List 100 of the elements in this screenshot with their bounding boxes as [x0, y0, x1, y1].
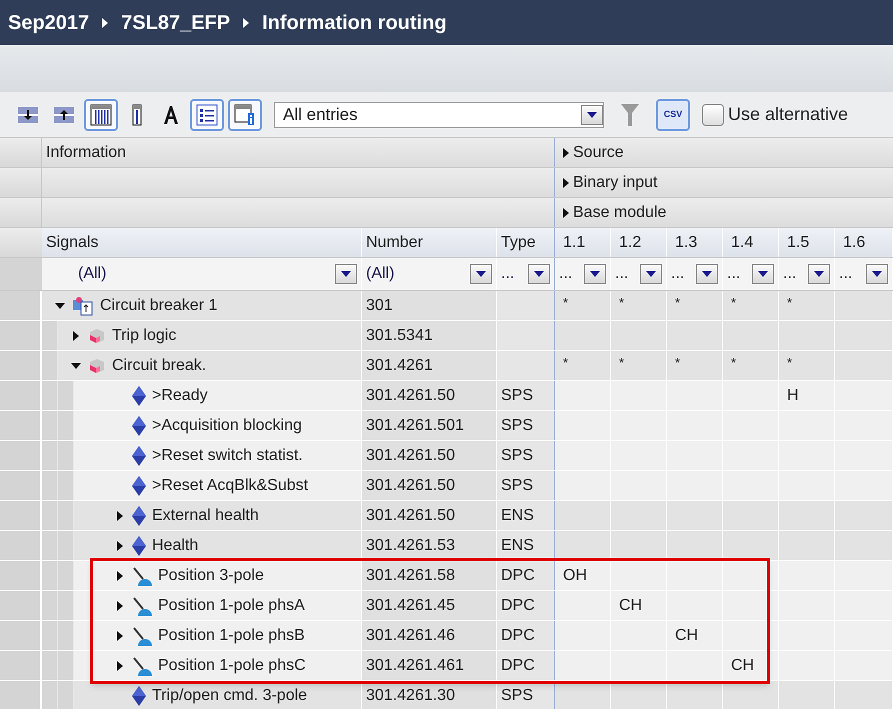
caret-right-icon[interactable] [115, 540, 125, 550]
matrix-cell[interactable]: * [675, 353, 680, 372]
table-row[interactable]: Position 3-pole 301.4261.58 DPC OH [0, 561, 893, 591]
caret-down-icon[interactable] [71, 360, 81, 370]
csv-button[interactable]: CSV [656, 98, 690, 130]
diamond-icon [132, 476, 146, 496]
signal-name: Position 1-pole phsB [158, 626, 305, 646]
filter-dropdown[interactable] [470, 264, 492, 284]
column-header[interactable]: 1.6 [835, 228, 893, 257]
dropdown-button[interactable] [581, 104, 603, 124]
table-row[interactable]: >Ready 301.4261.50 SPS H [0, 381, 893, 411]
filter-value: (All) [78, 264, 106, 284]
caret-right-icon[interactable] [563, 178, 569, 188]
matrix-cell[interactable]: H [787, 384, 799, 408]
matrix-cell[interactable]: * [619, 293, 624, 312]
matrix-cell[interactable]: * [731, 353, 736, 372]
diamond-icon [132, 416, 146, 436]
column-header: Base module [555, 198, 893, 227]
signal-name: Trip/open cmd. 3-pole [152, 686, 308, 706]
column-header[interactable]: Signals [42, 228, 362, 257]
table-row[interactable]: Position 1-pole phsB 301.4261.46 DPC CH [0, 621, 893, 651]
list-icon [196, 104, 218, 126]
switch-icon [132, 656, 152, 676]
matrix-cell[interactable]: * [787, 293, 792, 312]
filter-dropdown[interactable] [640, 264, 662, 284]
table-row[interactable]: Health 301.4261.53 ENS [0, 531, 893, 561]
caret-down-icon [702, 271, 712, 277]
column-header[interactable]: Number [362, 228, 497, 257]
table-row[interactable]: External health 301.4261.50 ENS [0, 501, 893, 531]
caret-right-icon[interactable] [115, 630, 125, 640]
number-cell: 301.4261.46 [362, 621, 497, 650]
breadcrumb-item[interactable]: Sep2017 [8, 8, 90, 38]
matrix-cell[interactable]: OH [563, 564, 587, 588]
caret-down-icon [758, 271, 768, 277]
filter-dropdown[interactable] [584, 264, 606, 284]
caret-right-icon[interactable] [563, 208, 569, 218]
caret-right-icon[interactable] [71, 330, 81, 340]
type-cell-text: SPS [501, 446, 534, 466]
column-header[interactable]: 1.2 [611, 228, 667, 257]
table-row[interactable]: Position 1-pole phsA 301.4261.45 DPC CH [0, 591, 893, 621]
table-row[interactable]: Position 1-pole phsC 301.4261.461 DPC CH [0, 651, 893, 681]
alternative-checkbox[interactable]: Use alternative [702, 101, 848, 128]
matrix-cell[interactable]: * [731, 293, 736, 312]
column-header[interactable]: 1.4 [723, 228, 779, 257]
number-cell: 301.4261.50 [362, 441, 497, 470]
signal-name: Position 3-pole [158, 566, 264, 586]
filter-value: (All) [366, 264, 394, 284]
row-header [0, 228, 42, 257]
filter-dropdown[interactable] [335, 264, 357, 284]
matrix-cell[interactable]: * [563, 293, 568, 312]
table-row[interactable]: Circuit break. 301.4261 * * * * * [0, 351, 893, 381]
device-icon [72, 296, 94, 316]
filter-dropdown[interactable] [752, 264, 774, 284]
matrix-cell[interactable]: * [787, 353, 792, 372]
caret-right-icon[interactable] [115, 660, 125, 670]
column-header[interactable]: 1.5 [779, 228, 835, 257]
matrix-cell[interactable]: * [563, 353, 568, 372]
matrix-cell[interactable]: CH [619, 594, 642, 618]
toolbar-button[interactable] [84, 98, 118, 130]
type-cell-text: SPS [501, 686, 534, 706]
caret-right-icon[interactable] [115, 570, 125, 580]
toolbar-button[interactable] [190, 98, 224, 130]
table-row[interactable]: Trip logic 301.5341 [0, 321, 893, 351]
column-header[interactable]: 1.1 [555, 228, 611, 257]
toolbar-button[interactable] [228, 98, 262, 130]
collapse-all-icon [54, 106, 74, 122]
filter-dropdown[interactable]: All entries [274, 102, 604, 128]
caret-right-icon[interactable] [563, 148, 569, 158]
number-cell: 301.4261.58 [362, 561, 497, 590]
matrix-cell[interactable]: * [619, 353, 624, 372]
breadcrumb-item[interactable]: Information routing [262, 8, 447, 38]
caret-right-icon[interactable] [115, 510, 125, 520]
caret-right-icon[interactable] [115, 600, 125, 610]
table-row[interactable]: >Reset AcqBlk&Subst 301.4261.50 SPS [0, 471, 893, 501]
filter-value: ... [783, 264, 796, 284]
column-header[interactable]: Type [497, 228, 555, 257]
signal-name: Position 1-pole phsC [158, 656, 306, 676]
breadcrumb-item[interactable]: 7SL87_EFP [121, 8, 230, 38]
caret-down-icon[interactable] [55, 300, 65, 310]
table-row[interactable]: Trip/open cmd. 3-pole 301.4261.30 SPS [0, 681, 893, 709]
table-row[interactable]: >Reset switch statist. 301.4261.50 SPS [0, 441, 893, 471]
type-cell-text: DPC [501, 566, 535, 586]
matrix-cell[interactable]: * [675, 293, 680, 312]
caret-down-icon [534, 271, 544, 277]
filter-dropdown[interactable] [528, 264, 550, 284]
table-row[interactable]: >Acquisition blocking 301.4261.501 SPS [0, 411, 893, 441]
column-icon [132, 104, 142, 126]
signal-name: Position 1-pole phsA [158, 596, 305, 616]
type-cell-text: SPS [501, 386, 534, 406]
column-header[interactable]: 1.3 [667, 228, 723, 257]
caret-down-icon [476, 271, 486, 277]
filter-dropdown[interactable] [866, 264, 888, 284]
table-row[interactable]: Circuit breaker 1 301 * * * * * [0, 291, 893, 321]
info-table-icon [234, 104, 256, 126]
filter-dropdown[interactable] [696, 264, 718, 284]
filter-dropdown[interactable] [808, 264, 830, 284]
diamond-icon [132, 686, 146, 706]
matrix-cell[interactable]: CH [675, 624, 698, 648]
matrix-cell[interactable]: CH [731, 654, 754, 678]
column-header: Information [42, 138, 555, 167]
